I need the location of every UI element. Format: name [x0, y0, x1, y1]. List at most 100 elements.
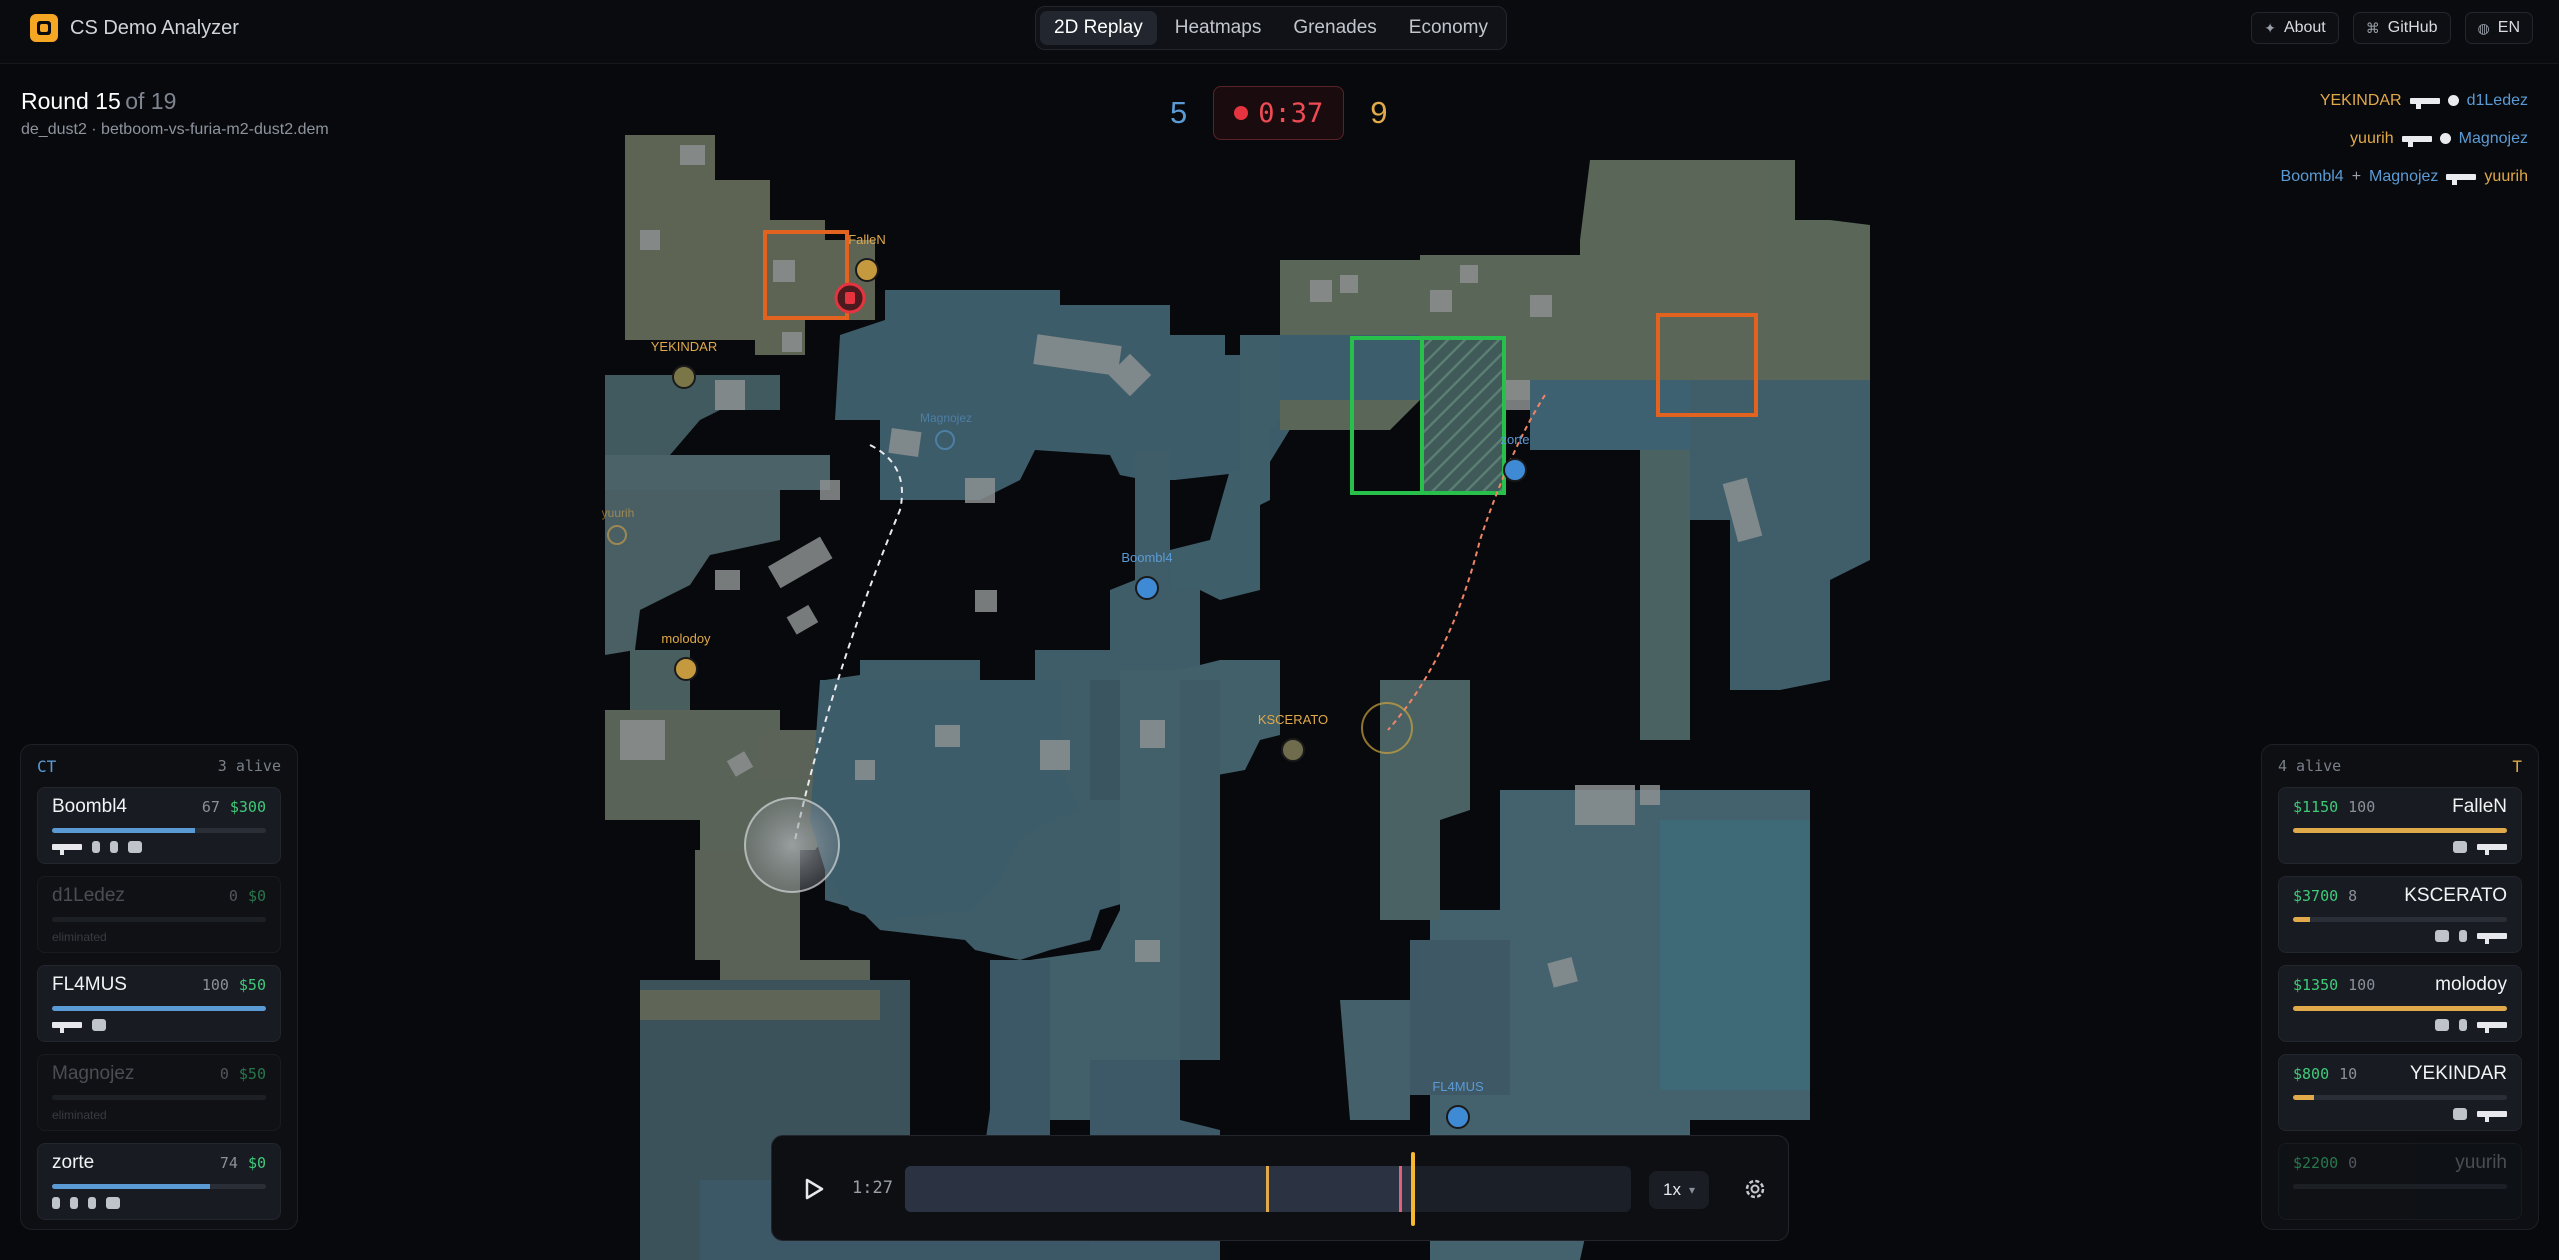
bomb-planted-icon — [1234, 106, 1249, 120]
player-card[interactable]: $800 10 YEKINDAR — [2278, 1054, 2522, 1131]
hp-bar — [2293, 1095, 2507, 1100]
player-name: molodoy — [2435, 974, 2507, 995]
map-player-label: molodoy — [661, 631, 711, 646]
player-money: $0 — [247, 887, 266, 905]
player-money: $800 — [2293, 1065, 2330, 1083]
player-hp: 0 — [228, 887, 238, 905]
player-hp: 8 — [2348, 887, 2358, 905]
kill-entry: YEKINDAR d1Ledez — [2320, 90, 2528, 111]
armor-icon — [2435, 1019, 2449, 1031]
github-button[interactable]: ⌘ GitHub — [2352, 12, 2451, 44]
player-status: eliminated — [52, 930, 107, 944]
player-card[interactable]: $1350 100 molodoy — [2278, 965, 2522, 1042]
map-player-label: Magnojez — [920, 411, 972, 425]
player-gear — [52, 841, 266, 855]
speed-value: 1x — [1663, 1180, 1681, 1199]
ct-team-panel: CT 3 alive Boombl4 67 $300 d1Ledez 0 $0 el… — [20, 744, 298, 1230]
hp-bar-fill — [2293, 1095, 2315, 1100]
player-card[interactable]: zorte 74 $0 — [37, 1143, 281, 1220]
map-player-label: FalleN — [848, 232, 886, 247]
app-logo-icon — [30, 14, 58, 42]
victim-name: yuurih — [2484, 167, 2528, 185]
smoke-icon — [88, 1197, 96, 1209]
tab-economy[interactable]: Economy — [1395, 11, 1502, 45]
speed-selector[interactable]: 1x ▾ — [1649, 1171, 1709, 1209]
player-hp: 10 — [2339, 1065, 2358, 1083]
hp-bar — [52, 1006, 266, 1011]
armor-icon — [92, 1019, 106, 1031]
player-money: $300 — [229, 798, 266, 816]
hp-bar — [52, 1184, 266, 1189]
player-money: $3700 — [2293, 887, 2339, 905]
player-card[interactable]: Magnojez 0 $50 eliminated — [37, 1054, 281, 1131]
playback-controls: 1:27 1x ▾ — [771, 1135, 1789, 1241]
player-hp: 0 — [2348, 1154, 2358, 1172]
play-button[interactable] — [798, 1174, 828, 1204]
player-status: eliminated — [52, 1108, 107, 1122]
tab-2d-replay[interactable]: 2D Replay — [1040, 11, 1157, 45]
round-number: Round 15 — [21, 88, 121, 114]
language-selector[interactable]: ◍ EN — [2464, 12, 2533, 44]
rifle-icon — [2477, 1022, 2507, 1033]
about-button[interactable]: ✦ About — [2251, 12, 2339, 44]
settings-gear-icon[interactable] — [1742, 1176, 1768, 1202]
player-card[interactable]: $1150 100 FalleN — [2278, 787, 2522, 864]
demo-file: de_dust2 · betboom-vs-furia-m2-dust2.dem — [21, 121, 329, 138]
t-panel-header: 4 alive T — [2262, 745, 2538, 787]
player-gear — [2293, 1108, 2507, 1122]
player-money: $0 — [247, 1154, 266, 1172]
hp-bar-fill — [52, 828, 196, 833]
player-gear — [2293, 841, 2507, 855]
hp-bar — [2293, 828, 2507, 833]
chevron-down-icon: ▾ — [1688, 1183, 1695, 1197]
github-label: GitHub — [2387, 19, 2438, 36]
hp-bar-fill — [52, 1006, 266, 1011]
globe-icon: ◍ — [2477, 19, 2490, 36]
top-actions: ✦ About ⌘ GitHub ◍ EN — [2251, 12, 2533, 44]
kill-entry: Boombl4 + Magnojez yuurih — [2281, 166, 2528, 187]
smoke-grenade — [744, 797, 840, 893]
victim-name: Magnojez — [2458, 129, 2528, 147]
hp-bar — [2293, 1006, 2507, 1011]
player-name: zorte — [52, 1152, 95, 1173]
map-player-label: yuurih — [602, 506, 635, 520]
top-bar: CS Demo Analyzer 2D Replay Heatmaps Gren… — [0, 0, 2559, 64]
tab-grenades[interactable]: Grenades — [1279, 11, 1390, 45]
player-name: Magnojez — [52, 1063, 135, 1084]
tab-heatmaps[interactable]: Heatmaps — [1161, 11, 1276, 45]
player-card[interactable]: d1Ledez 0 $0 eliminated — [37, 876, 281, 953]
timeline-scrubber[interactable] — [905, 1166, 1631, 1212]
hp-bar — [52, 917, 266, 922]
hp-bar-fill — [2293, 917, 2311, 922]
sparkle-icon: ✦ — [2264, 19, 2276, 36]
player-hp: 0 — [219, 1065, 229, 1083]
timeline-event-marker[interactable] — [1265, 1166, 1269, 1212]
radar-map[interactable]: FalleN YEKINDAR molodoy KSCERATO yuurih … — [580, 120, 1980, 1260]
flashbang-icon — [70, 1197, 78, 1209]
player-money: $1350 — [2293, 976, 2339, 994]
round-info: Round 15 of 19 de_dust2 · betboom-vs-fur… — [21, 88, 329, 139]
player-gear — [52, 1019, 266, 1033]
rifle-icon — [2477, 1111, 2507, 1122]
player-money: $50 — [238, 1065, 266, 1083]
t-side-label: T — [2512, 756, 2522, 776]
rifle-icon — [52, 1022, 82, 1033]
timeline-event-marker[interactable] — [1398, 1166, 1402, 1212]
player-gear — [2293, 1019, 2507, 1033]
player-money: $50 — [238, 976, 266, 994]
rifle-icon — [2477, 844, 2507, 855]
brand[interactable]: CS Demo Analyzer — [30, 14, 239, 42]
player-name: KSCERATO — [2404, 885, 2507, 906]
timeline-playhead[interactable] — [1411, 1152, 1416, 1226]
round-total: of 19 — [125, 88, 177, 114]
assist-plus: + — [2351, 167, 2362, 185]
player-card[interactable]: $2200 0 yuurih — [2278, 1143, 2522, 1220]
player-card[interactable]: Boombl4 67 $300 — [37, 787, 281, 864]
player-card[interactable]: $3700 8 KSCERATO — [2278, 876, 2522, 953]
rifle-icon — [2401, 135, 2432, 147]
player-money: $1150 — [2293, 798, 2339, 816]
player-hp: 100 — [2348, 798, 2376, 816]
map-player-label: zorte — [1501, 432, 1530, 447]
bomb-icon-inner — [845, 292, 855, 304]
player-card[interactable]: FL4MUS 100 $50 — [37, 965, 281, 1042]
